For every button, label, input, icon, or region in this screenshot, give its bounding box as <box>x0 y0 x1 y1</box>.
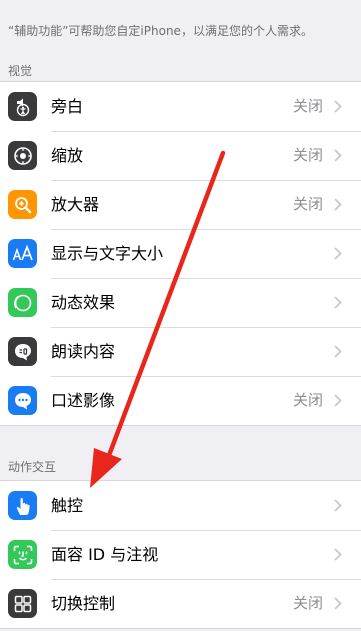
setting-row-switch-control[interactable]: 切换控制 关闭 <box>0 579 361 628</box>
setting-value: 关闭 <box>292 594 323 612</box>
setting-label: 缩放 <box>51 146 84 165</box>
chevron-right-icon <box>334 345 342 358</box>
chevron-right-icon <box>334 548 342 561</box>
setting-label: 放大器 <box>51 195 100 214</box>
chevron-right-icon <box>334 247 342 260</box>
chevron-right-icon <box>334 597 342 610</box>
section-header-interaction: 动作交互 <box>8 460 57 474</box>
zoom-icon <box>8 141 37 170</box>
chevron-right-icon <box>334 296 342 309</box>
spoken-content-icon <box>8 337 37 366</box>
section-header-vision: 视觉 <box>8 64 33 78</box>
setting-row-voiceover[interactable]: 旁白 关闭 <box>0 82 361 131</box>
audio-description-icon <box>8 386 37 415</box>
setting-row-magnifier[interactable]: 放大器 关闭 <box>0 180 361 229</box>
face-id-icon <box>8 540 37 569</box>
text-size-icon <box>8 239 37 268</box>
setting-row-touch[interactable]: 触控 <box>0 481 361 530</box>
setting-label: 动态效果 <box>51 293 116 312</box>
chevron-right-icon <box>334 499 342 512</box>
setting-label: 触控 <box>51 496 84 515</box>
setting-row-face-id-attention[interactable]: 面容 ID 与注视 <box>0 530 361 579</box>
setting-label: 面容 ID 与注视 <box>51 545 159 564</box>
magnifier-icon <box>8 190 37 219</box>
intro-text: “辅助功能”可帮助您自定iPhone，以满足您的个人需求。 <box>8 24 313 38</box>
interaction-group: 触控 面容 ID 与注视 切换控制 关闭 <box>0 480 361 629</box>
setting-row-motion[interactable]: 动态效果 <box>0 278 361 327</box>
chevron-right-icon <box>334 100 342 113</box>
setting-label: 切换控制 <box>51 594 116 613</box>
setting-label: 口述影像 <box>51 391 116 410</box>
setting-row-zoom[interactable]: 缩放 关闭 <box>0 131 361 180</box>
setting-value: 关闭 <box>292 391 323 409</box>
setting-row-spoken-content[interactable]: 朗读内容 <box>0 327 361 376</box>
setting-value: 关闭 <box>292 97 323 115</box>
setting-row-audio-description[interactable]: 口述影像 关闭 <box>0 376 361 425</box>
setting-label: 朗读内容 <box>51 342 116 361</box>
vision-group: 旁白 关闭 缩放 关闭 放大器 关闭 显示与文字大小 动态效果 朗读内容 口述影… <box>0 81 361 426</box>
chevron-right-icon <box>334 198 342 211</box>
setting-value: 关闭 <box>292 146 323 164</box>
motion-icon <box>8 288 37 317</box>
switch-control-icon <box>8 589 37 618</box>
touch-icon <box>8 491 37 520</box>
setting-value: 关闭 <box>292 195 323 213</box>
chevron-right-icon <box>334 149 342 162</box>
setting-label: 旁白 <box>51 97 84 116</box>
setting-row-display-text-size[interactable]: 显示与文字大小 <box>0 229 361 278</box>
chevron-right-icon <box>334 394 342 407</box>
setting-label: 显示与文字大小 <box>51 244 164 263</box>
voiceover-icon <box>8 92 37 121</box>
